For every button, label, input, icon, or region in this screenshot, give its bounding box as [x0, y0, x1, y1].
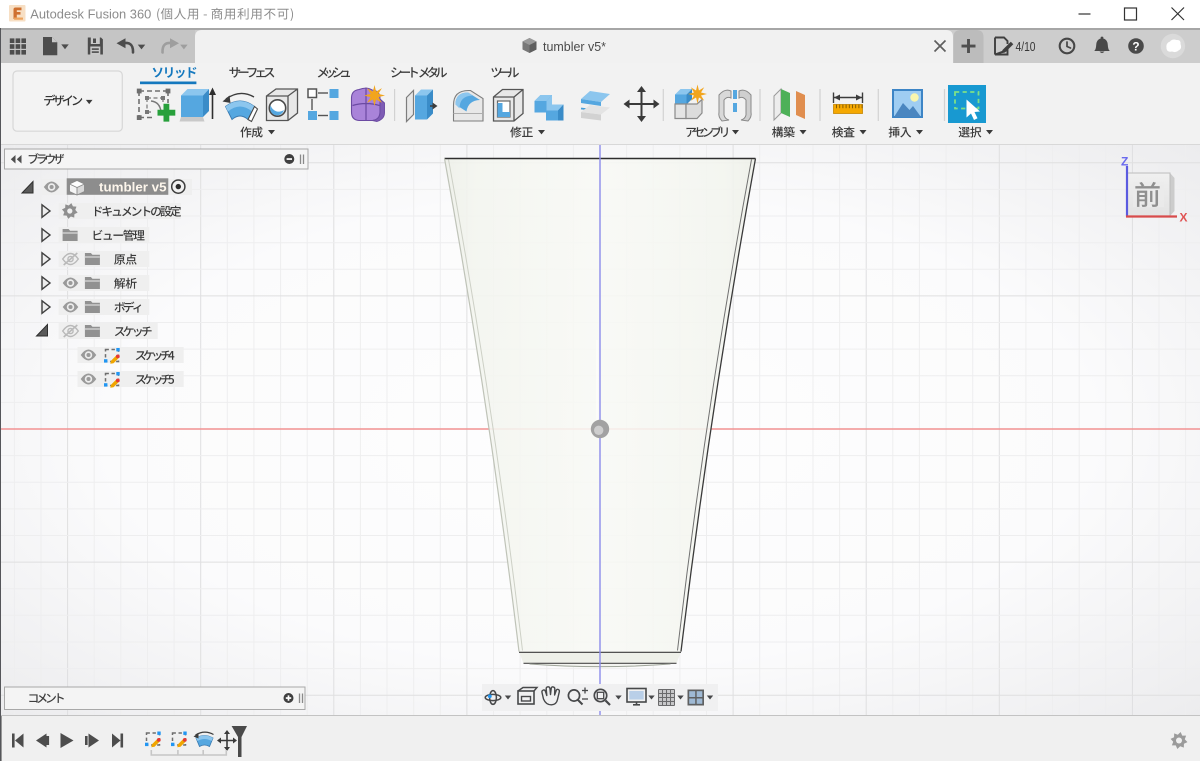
svg-text:?: ? — [1132, 40, 1139, 54]
svg-text:Z: Z — [1121, 155, 1128, 169]
svg-text:Autodesk Fusion 360: Autodesk Fusion 360 — [30, 7, 151, 21]
svg-text:4/10: 4/10 — [1016, 39, 1036, 54]
svg-text:tumbler v5*: tumbler v5* — [543, 39, 606, 54]
svg-text:X: X — [1180, 211, 1188, 225]
svg-text:tumbler v5: tumbler v5 — [99, 180, 167, 194]
